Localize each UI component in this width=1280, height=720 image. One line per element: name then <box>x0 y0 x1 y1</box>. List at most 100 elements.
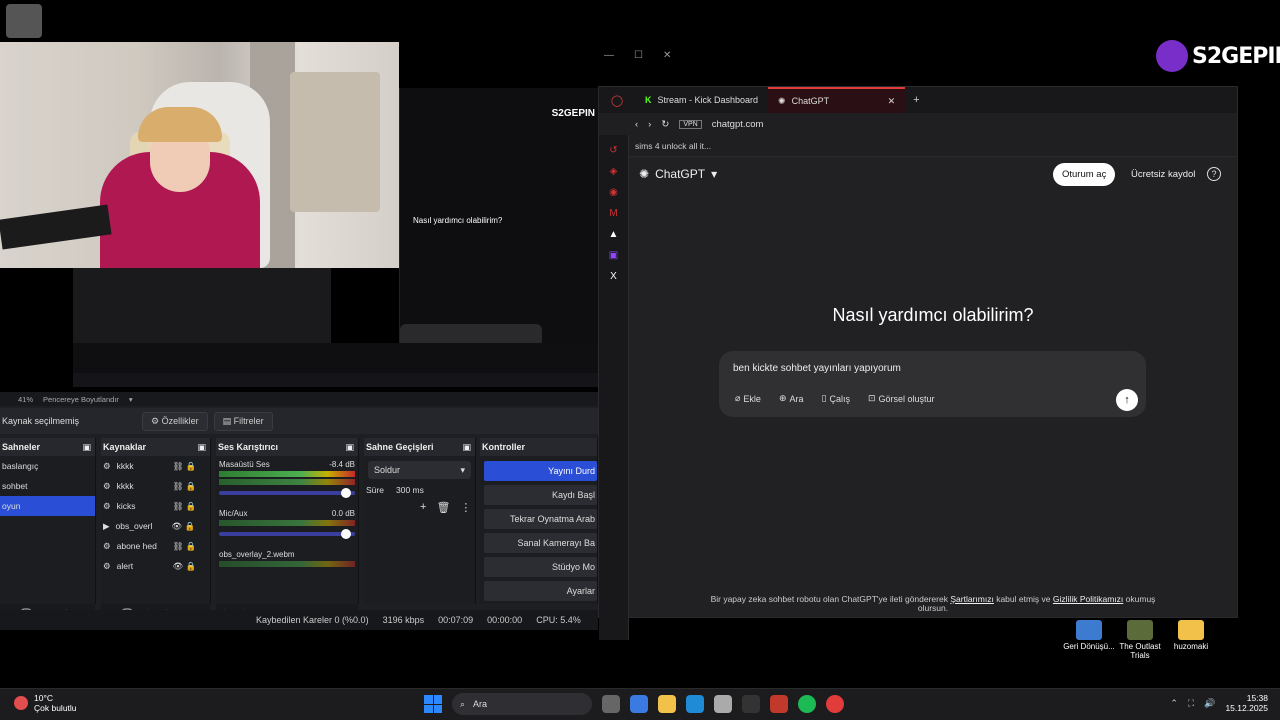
minimize-icon[interactable]: — <box>604 50 614 61</box>
edge-icon[interactable] <box>686 695 704 713</box>
scene-item-selected[interactable]: oyun <box>0 496 95 516</box>
scene-item[interactable]: baslangıç <box>0 456 95 476</box>
volume-slider[interactable] <box>219 488 355 498</box>
study-button[interactable]: ▯ Çalış <box>816 389 856 408</box>
spotify-icon[interactable] <box>798 695 816 713</box>
legal-footnote: Bir yapay zeka sohbet robotu olan ChatGP… <box>710 594 1156 613</box>
history-icon[interactable]: ↺ <box>599 145 628 156</box>
terms-link[interactable]: Şartlarımızı <box>950 594 993 604</box>
webcam-feed <box>0 42 399 268</box>
dock-menu-icon[interactable]: ▣ <box>197 442 206 453</box>
replay-buffer-button[interactable]: Tekrar Oynatma Arab <box>484 509 597 529</box>
zoom-level[interactable]: 41% <box>18 395 33 404</box>
duration-input[interactable]: 300 ms <box>396 485 466 495</box>
kick-sidebar-icon[interactable]: ▲ <box>599 229 628 240</box>
chevron-up-icon[interactable]: ⌃ <box>1170 698 1178 709</box>
window-controls: — ☐ ✕ <box>604 50 671 61</box>
chevron-down-icon[interactable]: ▾ <box>129 395 133 404</box>
opera-icon[interactable] <box>826 695 844 713</box>
obs-icon[interactable] <box>742 695 760 713</box>
fit-window[interactable]: Pencereye Boyutlandır <box>43 395 119 404</box>
controls-title: Kontroller <box>482 442 526 452</box>
copilot-icon[interactable] <box>630 695 648 713</box>
source-item[interactable]: ⚙ abone hed ⛓ 🔒 <box>101 536 210 556</box>
filter-icon: ▤ <box>222 415 234 426</box>
scene-item[interactable]: sohbet <box>0 476 95 496</box>
dock-menu-icon[interactable]: ▣ <box>345 442 354 453</box>
model-selector[interactable]: ✺ ChatGPT ▾ <box>639 167 717 181</box>
settings-button[interactable]: Ayarlar <box>484 581 597 601</box>
close-icon: ✕ <box>887 95 896 106</box>
taskbar-search[interactable]: ⌕ Ara <box>452 693 592 715</box>
desktop-icon-outlast[interactable]: The Outlast Trials <box>1113 620 1167 660</box>
bookmark-item[interactable]: sims 4 unlock all it... <box>635 141 711 151</box>
volume-slider[interactable] <box>219 529 355 539</box>
clock[interactable]: 15:38 15.12.2025 <box>1225 693 1268 713</box>
explorer-icon[interactable] <box>658 695 676 713</box>
back-icon[interactable]: ‹ <box>635 119 638 130</box>
task-view-icon[interactable] <box>602 695 620 713</box>
link-icon: ⛓ 🔒 <box>172 480 197 491</box>
tab-kick[interactable]: K Stream - Kick Dashboard <box>635 87 768 113</box>
source-item[interactable]: ▶ obs_overl 👁 🔒 <box>101 516 210 536</box>
twitch-icon[interactable]: ▣ <box>599 250 628 261</box>
stop-stream-button[interactable]: Yayını Durd <box>484 461 597 481</box>
app-icon[interactable] <box>770 695 788 713</box>
messenger-icon[interactable]: ◈ <box>599 166 628 177</box>
source-item[interactable]: ⚙ alert 👁 🔒 <box>101 556 210 576</box>
login-button[interactable]: Oturum aç <box>1053 163 1116 186</box>
prompt-input[interactable]: ben kickte sohbet yayınları yapıyorum <box>733 363 901 374</box>
attach-button[interactable]: ⌀ Ekle <box>729 389 767 408</box>
source-item[interactable]: ⚙ kicks ⛓ 🔒 <box>101 496 210 516</box>
cpu-usage: CPU: 5.4% <box>536 615 581 625</box>
source-item[interactable]: ⚙ kkkk ⛓ 🔒 <box>101 476 210 496</box>
more-icon[interactable]: ⋮ <box>460 501 471 514</box>
transition-select[interactable]: Soldur ▾ <box>368 461 471 479</box>
start-button[interactable] <box>424 695 442 713</box>
volume-icon[interactable]: 🔊 <box>1204 698 1215 709</box>
studio-mode-button[interactable]: Stüdyo Mo <box>484 557 597 577</box>
help-icon[interactable]: ? <box>1207 167 1221 181</box>
reload-icon[interactable]: ↻ <box>661 119 669 130</box>
privacy-link[interactable]: Gizlilik Politikamızı <box>1053 594 1123 604</box>
store-icon[interactable] <box>714 695 732 713</box>
add-icon[interactable]: + <box>420 501 426 514</box>
obs-zoom-bar: 41% Pencereye Boyutlandır ▾ <box>0 392 598 406</box>
new-tab-icon[interactable]: + <box>913 94 919 106</box>
x-icon[interactable]: X <box>599 271 628 282</box>
globe-icon: ⊕ <box>778 393 787 403</box>
start-recording-button[interactable]: Kaydı Başl <box>484 485 597 505</box>
scenes-title: Sahneler <box>2 442 41 452</box>
opera-icon[interactable]: ◯ <box>599 94 635 107</box>
dock-menu-icon[interactable]: ▣ <box>462 442 471 453</box>
source-item[interactable]: ⚙ kkkk ⛓ 🔒 <box>101 456 210 476</box>
tab-chatgpt[interactable]: ✺ ChatGPT ✕ <box>768 87 906 113</box>
image-create-button[interactable]: ⊡ Görsel oluştur <box>862 389 941 408</box>
controls-dock: Kontroller Yayını Durd Kaydı Başl Tekrar… <box>480 438 598 604</box>
weather-widget[interactable]: 10°C Çok bulutlu <box>14 693 77 713</box>
filters-button[interactable]: ▤ Filtreler <box>213 411 273 431</box>
maximize-icon[interactable]: ☐ <box>634 50 643 61</box>
virtual-camera-button[interactable]: Sanal Kamerayı Ba <box>484 533 597 553</box>
preview-logo: S2GEPIN <box>551 108 595 119</box>
forward-icon[interactable]: › <box>648 119 651 130</box>
network-icon[interactable]: ⛶ <box>1188 698 1194 709</box>
whatsapp-icon[interactable]: ◉ <box>599 187 628 198</box>
send-button[interactable]: ↑ <box>1116 389 1138 411</box>
desktop-icon-folder[interactable]: huzomaki <box>1164 620 1218 651</box>
dock-menu-icon[interactable]: ▣ <box>82 442 91 453</box>
properties-button[interactable]: ⚙ Özellikler <box>142 411 208 431</box>
vpn-badge[interactable]: VPN <box>679 119 702 129</box>
app-icon[interactable] <box>6 4 42 38</box>
gmail-icon[interactable]: M <box>599 208 628 219</box>
prompt-composer[interactable]: ben kickte sohbet yayınları yapıyorum ⌀ E… <box>719 351 1146 417</box>
url-field[interactable]: chatgpt.com <box>712 119 764 130</box>
trash-icon[interactable]: 🗑 <box>436 501 450 514</box>
search-button[interactable]: ⊕ Ara <box>773 389 810 408</box>
signup-button[interactable]: Ücretsiz kaydol <box>1125 163 1201 186</box>
record-time: 00:00:00 <box>487 615 523 625</box>
obs-window: 41% Pencereye Boyutlandır ▾ Kaynak seçil… <box>0 392 598 630</box>
desktop-icon-recycle[interactable]: Geri Dönüşü... <box>1062 620 1116 651</box>
preview-taskbar <box>73 373 599 387</box>
close-icon[interactable]: ✕ <box>663 50 671 61</box>
